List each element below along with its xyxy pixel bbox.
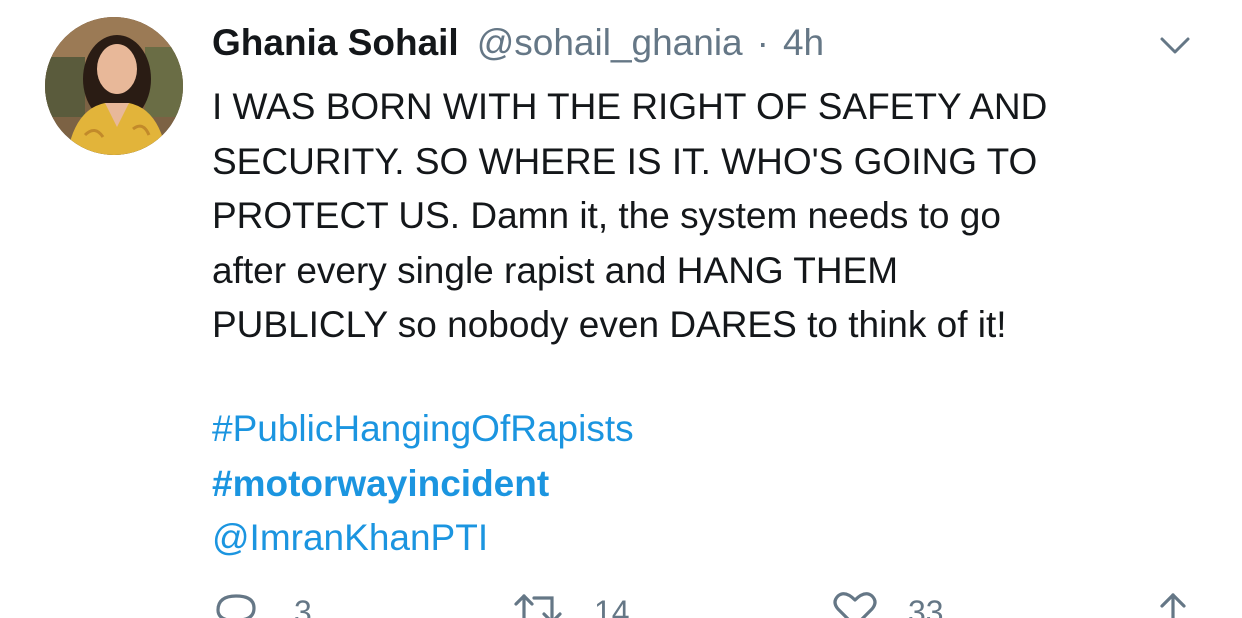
share-button[interactable] [1156,590,1190,618]
tweet-text-line: PUBLICLY so nobody even DARES to think o… [212,304,1007,345]
header-separator: · [756,22,769,63]
timestamp[interactable]: 4h [783,22,824,64]
avatar[interactable] [45,17,183,155]
reply-button[interactable]: 3 [214,590,312,618]
reply-count: 3 [294,594,312,618]
heart-icon [832,590,878,618]
tweet-links: #PublicHangingOfRapists #motorwayinciden… [212,402,634,566]
tweet-actions: 3 14 33 [0,590,1242,618]
retweet-icon [512,590,564,618]
reply-icon [214,590,258,618]
chevron-down-icon[interactable] [1156,30,1194,60]
like-count: 33 [908,594,944,618]
retweet-count: 14 [594,594,630,618]
like-button[interactable]: 33 [832,590,944,618]
tweet-header: Ghania Sohail @sohail_ghania · 4h [212,22,824,68]
mention-link[interactable]: @ImranKhanPTI [212,511,634,566]
tweet-text: I WAS BORN WITH THE RIGHT OF SAFETY AND … [212,80,1212,353]
user-handle[interactable]: @sohail_ghania [477,22,743,64]
display-name[interactable]: Ghania Sohail [212,22,459,64]
retweet-button[interactable]: 14 [512,590,630,618]
share-icon [1156,590,1190,618]
tweet-text-line: after every single rapist and HANG THEM [212,249,899,291]
hashtag-link[interactable]: #PublicHangingOfRapists [212,402,634,457]
tweet[interactable]: Ghania Sohail @sohail_ghania · 4h I WAS … [0,0,1242,618]
tweet-text-line: SECURITY. SO WHERE IS IT. WHO'S GOING TO [212,140,1038,182]
tweet-text-line: PROTECT US. Damn it, the system needs to… [212,195,1001,236]
hashtag-link[interactable]: #motorwayincident [212,457,634,512]
tweet-text-line: I WAS BORN WITH THE RIGHT OF SAFETY AND [212,86,1048,127]
